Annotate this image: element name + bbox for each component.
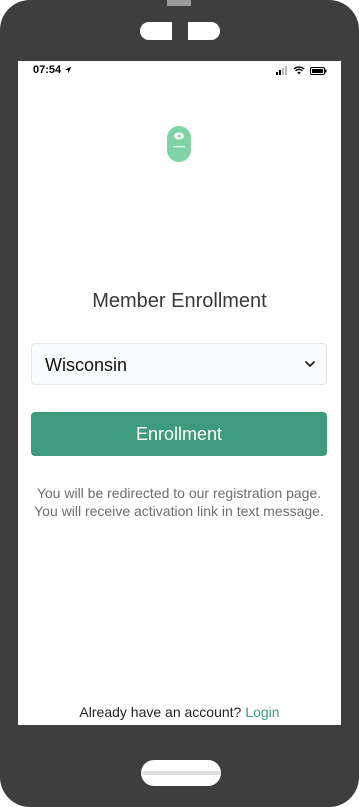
battery-icon (310, 66, 327, 75)
app-logo (167, 126, 191, 162)
status-time-label: 07:54 (33, 64, 62, 76)
enrollment-button[interactable]: Enrollment (31, 412, 327, 456)
page-title: Member Enrollment (92, 290, 267, 312)
chevron-down-icon (305, 361, 315, 367)
phone-frame: 07:54 Member Enrollment Wisconsin Enroll… (0, 0, 359, 807)
login-link[interactable]: Login (245, 704, 279, 720)
app-screen: 07:54 Member Enrollment Wisconsin Enroll… (18, 61, 341, 725)
location-arrow-icon (64, 66, 72, 74)
status-bar: 07:54 (18, 61, 341, 81)
speaker-left (140, 22, 172, 40)
login-prompt: Already have an account? Login (18, 704, 341, 720)
speaker-right (188, 22, 220, 40)
status-icons (276, 66, 327, 75)
signal-icon (276, 66, 287, 75)
redirect-info-text: You will be redirected to our registrati… (34, 485, 324, 519)
login-prompt-text: Already have an account? (79, 704, 242, 720)
app-logo-icon (167, 126, 191, 162)
top-notch (167, 0, 191, 6)
state-select-value: Wisconsin (45, 355, 128, 375)
status-time: 07:54 (33, 64, 72, 76)
wifi-icon (293, 66, 305, 75)
state-select[interactable]: Wisconsin (31, 343, 327, 385)
home-button (141, 760, 221, 786)
